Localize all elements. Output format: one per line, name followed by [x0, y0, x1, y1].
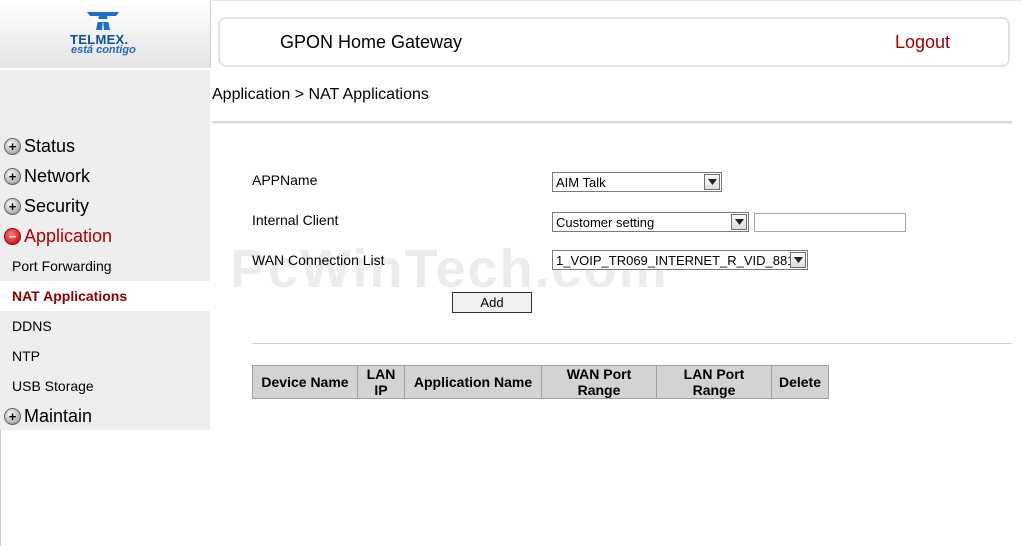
- plus-icon: +: [4, 137, 21, 155]
- sidebar: + Status + Network + Security − Applicat…: [0, 70, 210, 430]
- col-wan-port-range: WAN Port Range: [541, 365, 657, 399]
- menu-status[interactable]: + Status: [0, 132, 210, 160]
- minus-icon: −: [4, 227, 21, 245]
- add-button[interactable]: Add: [452, 292, 532, 313]
- appname-value: AIM Talk: [556, 174, 606, 190]
- sidebar-item-ddns[interactable]: DDNS: [0, 311, 210, 341]
- sidebar-item-label: Port Forwarding: [12, 258, 112, 274]
- header-bar: GPON Home Gateway Logout: [218, 17, 1010, 67]
- logout-link[interactable]: Logout: [895, 32, 950, 53]
- plus-icon: +: [4, 167, 21, 185]
- logo: TELMEX. está contigo: [0, 0, 211, 68]
- telmex-logo-icon: [87, 12, 119, 30]
- col-delete: Delete: [771, 365, 829, 399]
- chevron-down-icon[interactable]: [790, 252, 806, 268]
- chevron-down-icon[interactable]: [704, 174, 720, 190]
- internal-client-value: Customer setting: [556, 214, 655, 230]
- internal-client-select[interactable]: Customer setting: [552, 212, 749, 232]
- wan-connection-label: WAN Connection List: [252, 252, 385, 268]
- menu-label: Security: [24, 195, 90, 216]
- sidebar-item-ntp[interactable]: NTP: [0, 341, 210, 371]
- top-strip: [212, 0, 1022, 11]
- nat-applications-table: Device Name LAN IP Application Name WAN …: [252, 365, 829, 399]
- internal-client-input[interactable]: [754, 213, 906, 232]
- divider: [252, 343, 1012, 344]
- sidebar-item-usb-storage[interactable]: USB Storage: [0, 371, 210, 401]
- wan-connection-value: 1_VOIP_TR069_INTERNET_R_VID_881: [556, 252, 790, 268]
- divider: [212, 121, 1012, 124]
- wan-connection-select[interactable]: 1_VOIP_TR069_INTERNET_R_VID_881: [552, 250, 808, 270]
- appname-label: APPName: [252, 172, 318, 188]
- menu-network[interactable]: + Network: [0, 162, 210, 190]
- menu-label: Network: [24, 165, 91, 186]
- menu-security[interactable]: + Security: [0, 192, 210, 220]
- logo-tagline: está contigo: [71, 44, 136, 56]
- internal-client-label: Internal Client: [252, 212, 339, 228]
- plus-icon: +: [4, 407, 21, 425]
- sidebar-item-port-forwarding[interactable]: Port Forwarding: [0, 251, 210, 281]
- chevron-down-icon[interactable]: [731, 214, 747, 230]
- appname-select[interactable]: AIM Talk: [552, 172, 722, 192]
- col-device-name: Device Name: [252, 365, 358, 399]
- menu-label: Application: [24, 225, 113, 246]
- sidebar-item-label: NTP: [12, 348, 40, 364]
- page-header-title: GPON Home Gateway: [280, 32, 463, 52]
- breadcrumb: Application > NAT Applications: [212, 86, 429, 103]
- plus-icon: +: [4, 197, 21, 215]
- menu-application[interactable]: − Application: [0, 222, 210, 250]
- col-lan-port-range: LAN Port Range: [656, 365, 772, 399]
- sidebar-border: [0, 430, 1, 546]
- table-header-row: Device Name LAN IP Application Name WAN …: [252, 365, 829, 399]
- sidebar-item-label: USB Storage: [12, 378, 94, 394]
- col-lan-ip: LAN IP: [357, 365, 405, 399]
- menu-maintain[interactable]: + Maintain: [0, 402, 210, 430]
- menu-label: Status: [24, 135, 76, 156]
- sidebar-item-label: DDNS: [12, 318, 52, 334]
- sidebar-item-label: NAT Applications: [12, 288, 128, 304]
- col-application-name: Application Name: [404, 365, 542, 399]
- menu-label: Maintain: [24, 405, 93, 426]
- sidebar-item-nat-applications[interactable]: NAT Applications: [0, 281, 210, 311]
